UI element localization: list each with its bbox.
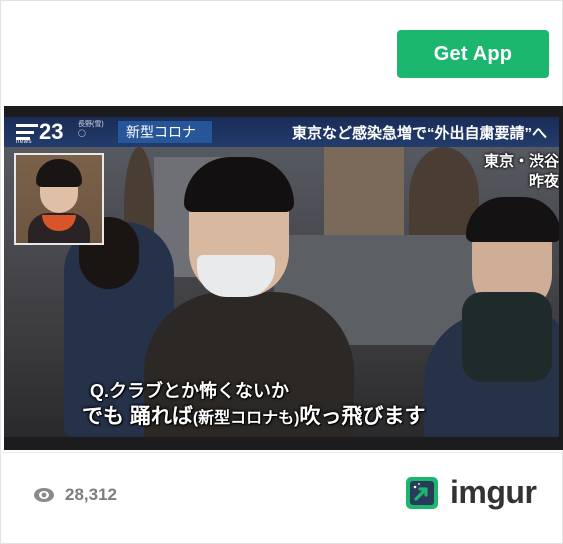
imgur-logo-icon — [406, 476, 438, 509]
weather-line: 長野(雪) — [78, 121, 104, 128]
face-mask — [197, 255, 275, 297]
location-line: 東京・渋谷 — [483, 153, 559, 170]
get-app-button[interactable]: Get App — [397, 30, 549, 78]
person-right-hair — [466, 197, 559, 242]
news-logo-text: news — [16, 139, 33, 145]
imgur-brand-link[interactable]: imgur — [406, 474, 537, 511]
subtitle-answer: でも 踊れば(新型コロナも)吹っ飛びます — [82, 400, 426, 430]
footer-divider — [0, 452, 563, 453]
location-line: 昨夜 — [528, 173, 559, 190]
inset-video — [14, 153, 104, 245]
views-count: 28,312 — [65, 485, 117, 504]
eye-icon — [34, 488, 54, 502]
topic-tag: 新型コロナ — [118, 121, 212, 143]
weather-indicator: 長野(雪) ◯ — [78, 120, 104, 138]
imgur-wordmark: imgur — [450, 474, 537, 510]
news-logo-icon — [16, 124, 38, 140]
news-headline: 東京など感染急増で“外出自粛要請”へ — [292, 125, 548, 142]
views-counter: 28,312 — [33, 485, 117, 505]
location-label: 東京・渋谷 昨夜 — [484, 152, 559, 192]
weather-line: ◯ — [78, 130, 86, 137]
inset-person-hair — [36, 159, 82, 187]
subtitle-answer-part2: 吹っ飛びます — [299, 405, 426, 428]
person-right-scarf — [462, 292, 552, 382]
subtitle-answer-part1: でも 踊れば — [82, 405, 193, 428]
subtitle-answer-paren: (新型コロナも) — [192, 410, 300, 427]
news-program-number: 23 — [39, 119, 64, 144]
